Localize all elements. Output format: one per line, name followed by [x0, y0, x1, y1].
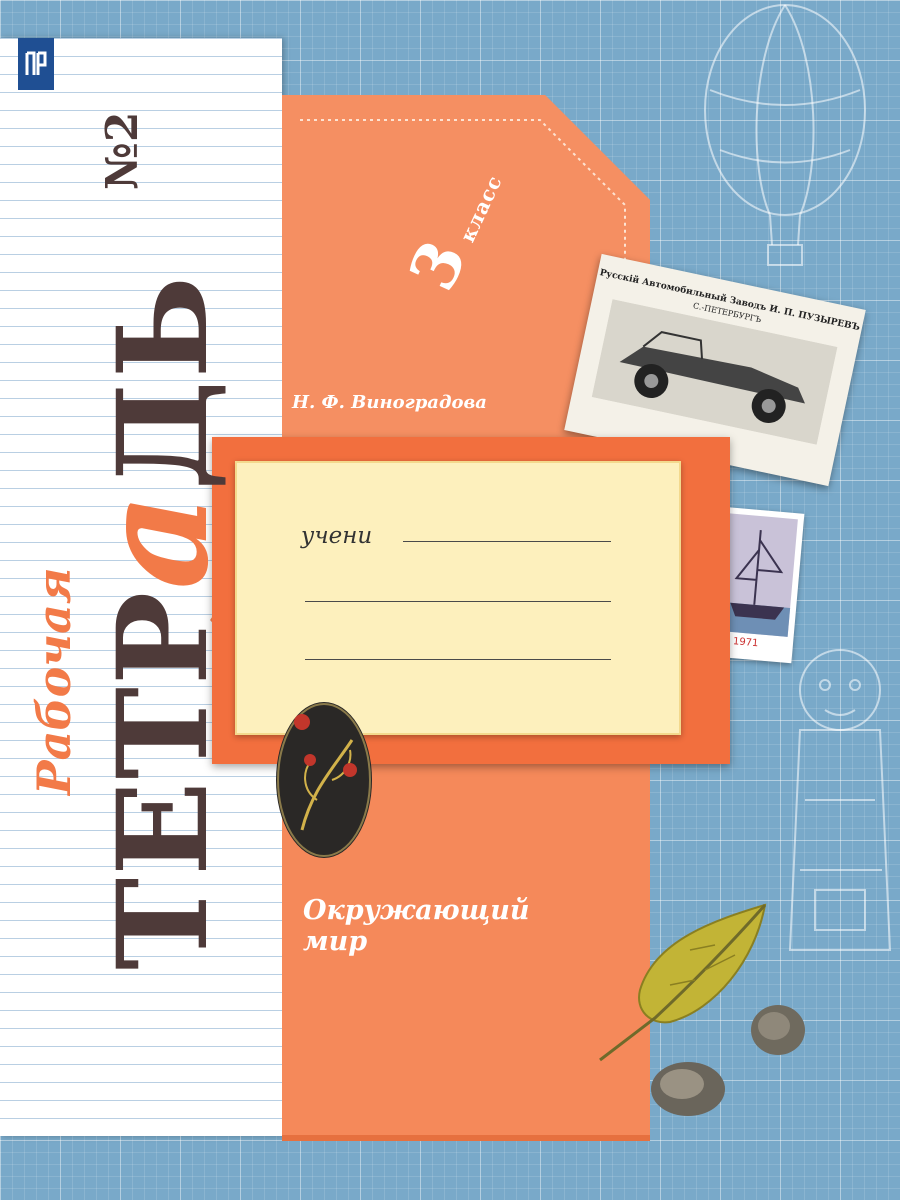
stone-icon: [651, 1062, 725, 1116]
author: Н. Ф. Виноградова: [292, 392, 487, 413]
label-working: Рабочая: [27, 567, 81, 795]
title-part1: ТЕТР: [91, 589, 236, 970]
name-line-3[interactable]: [305, 659, 611, 660]
book-number: №2: [97, 111, 148, 190]
subject-line-2: мир: [303, 926, 368, 958]
subject-title: Окружающий мир: [303, 895, 530, 957]
khokhloma-medallion-icon: [276, 702, 372, 858]
name-line-1[interactable]: [403, 541, 611, 542]
book-cover: Русскiй Автомобильный Заводъ И. П. ПУЗЫР…: [0, 0, 900, 1200]
stamp-year: 1971: [732, 636, 759, 650]
car-icon: [591, 299, 838, 445]
subject-line-1: Окружающий: [303, 895, 530, 926]
title-workbook: ТЕТРаДЬ: [66, 274, 242, 970]
student-label: учени: [301, 523, 373, 549]
name-card: учени: [235, 461, 681, 735]
title-part2: ДЬ: [91, 273, 236, 491]
stone-icon: [751, 1005, 805, 1055]
name-line-2[interactable]: [305, 601, 611, 602]
title-accent-letter: а: [66, 490, 242, 590]
